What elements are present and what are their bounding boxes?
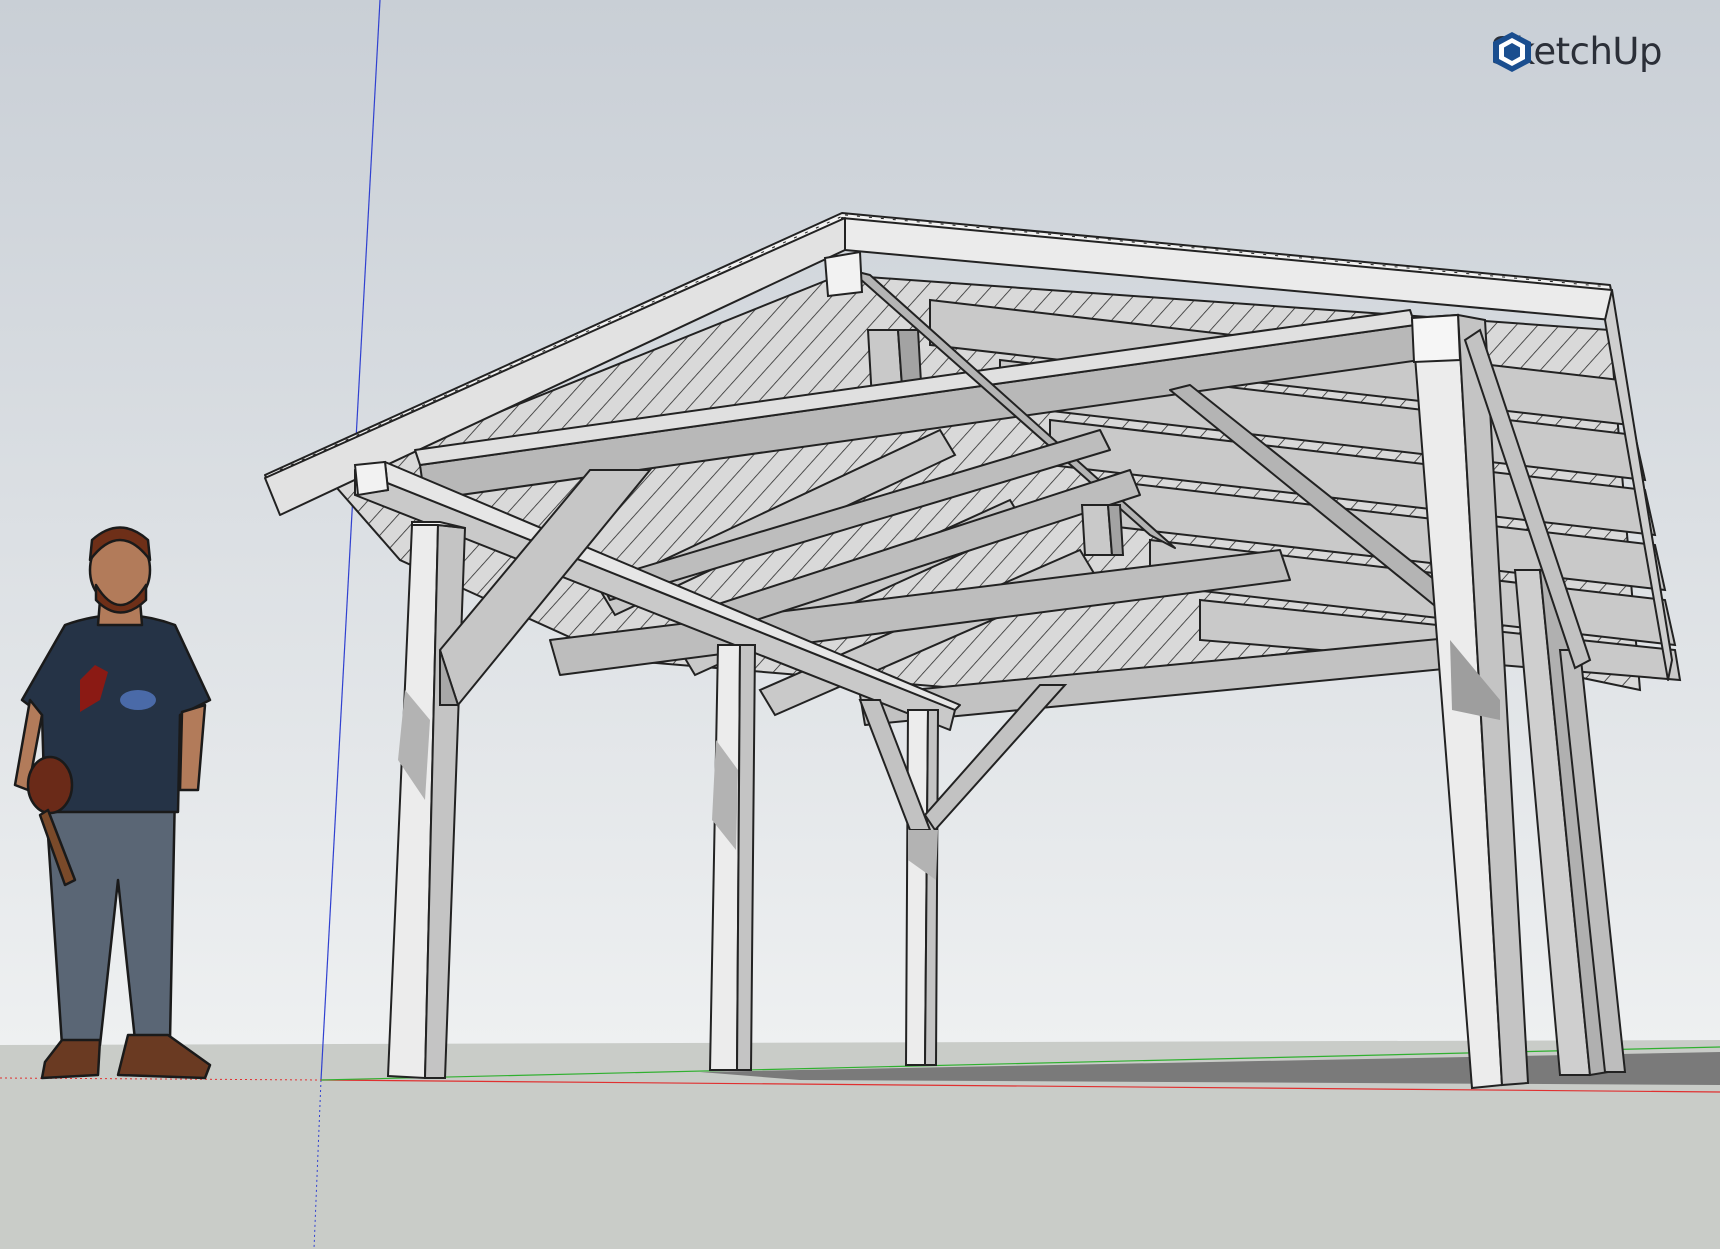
sketchup-logo-icon	[1492, 32, 1531, 72]
brand-logo: SketchUp	[1491, 30, 1663, 73]
post-center	[1080, 504, 1125, 556]
scene-canvas[interactable]	[0, 0, 1720, 1249]
post-mid-front	[708, 644, 757, 1071]
modeling-viewport[interactable]: SketchUp	[0, 0, 1720, 1249]
